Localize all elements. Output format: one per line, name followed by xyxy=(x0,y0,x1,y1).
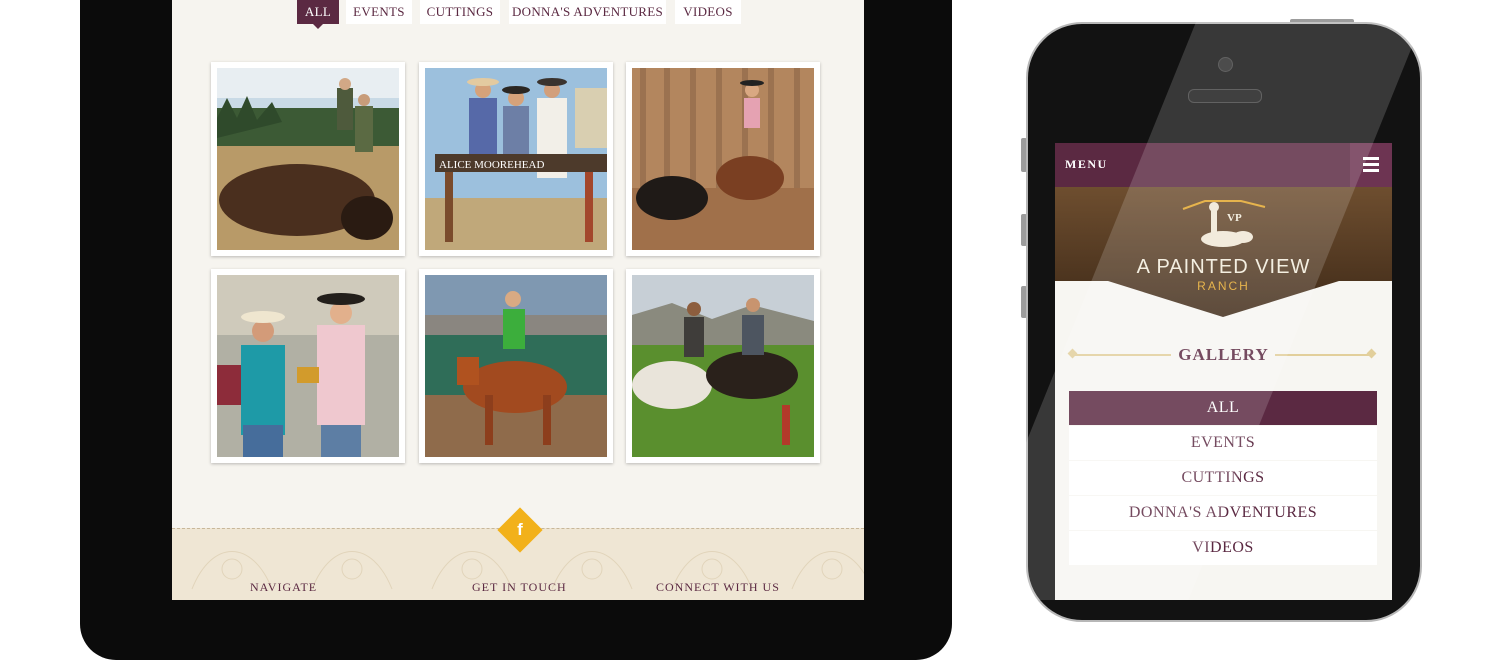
gallery-photo-polo[interactable] xyxy=(626,269,820,463)
rider-chestnut-horse-photo xyxy=(425,275,607,457)
phone-screen: MENU VP A PAINTED VIEW RANCH GALLERY ALL… xyxy=(1055,143,1392,600)
gallery-photo-bison[interactable] xyxy=(211,62,405,256)
award-handshake-photo xyxy=(217,275,399,457)
mobile-filter-list: ALL EVENTS CUTTINGS DONNA'S ADVENTURES V… xyxy=(1069,391,1377,566)
gallery-title: GALLERY xyxy=(1178,345,1269,364)
cutting-horse-photo xyxy=(632,68,814,250)
gallery-filter-tabs: ALL EVENTS CUTTINGS DONNA'S ADVENTURES V… xyxy=(172,0,864,29)
tablet-screen: ALL EVENTS CUTTINGS DONNA'S ADVENTURES V… xyxy=(172,0,864,600)
brand-banner: VP xyxy=(1055,187,1392,317)
tab-videos[interactable]: VIDEOS xyxy=(675,0,741,24)
footer-get-in-touch-heading: GET IN TOUCH xyxy=(472,580,567,594)
horses-polo-field-photo xyxy=(632,275,814,457)
mobile-tab-donnas-adventures[interactable]: DONNA'S ADVENTURES xyxy=(1069,496,1377,530)
alice-moorehead-sign-photo: ALICE MOOREHEAD xyxy=(425,68,607,250)
logo-text: VP xyxy=(1227,212,1242,224)
menu-label[interactable]: MENU xyxy=(1065,157,1108,172)
mobile-tab-videos[interactable]: VIDEOS xyxy=(1069,531,1377,565)
mobile-tab-all[interactable]: ALL xyxy=(1069,391,1377,425)
brand-name[interactable]: A PAINTED VIEW xyxy=(1055,256,1392,279)
tab-events[interactable]: EVENTS xyxy=(346,0,412,24)
gallery-photo-cutting-horse[interactable] xyxy=(626,62,820,256)
bison-hunt-photo xyxy=(217,68,399,250)
gallery-photo-award[interactable] xyxy=(211,269,405,463)
tab-donnas-adventures[interactable]: DONNA'S ADVENTURES xyxy=(509,0,666,24)
tab-all[interactable]: ALL xyxy=(297,0,339,29)
tab-cuttings[interactable]: CUTTINGS xyxy=(420,0,500,24)
footer-navigate-heading: NAVIGATE xyxy=(250,580,318,594)
facebook-icon[interactable]: f xyxy=(512,518,528,542)
speaker-grille xyxy=(1188,89,1262,103)
gallery-photo-alice-moorehead[interactable]: ALICE MOOREHEAD xyxy=(419,62,613,256)
photo-sign-text: ALICE MOOREHEAD xyxy=(439,159,544,171)
hamburger-icon[interactable] xyxy=(1350,143,1392,187)
mobile-tab-events[interactable]: EVENTS xyxy=(1069,426,1377,460)
footer-connect-heading: CONNECT WITH US xyxy=(656,580,780,594)
brand-sub: RANCH xyxy=(1197,279,1250,293)
brand-header: VP xyxy=(1055,187,1392,321)
gallery-photo-rider[interactable] xyxy=(419,269,613,463)
mobile-tab-cuttings[interactable]: CUTTINGS xyxy=(1069,461,1377,495)
mobile-menu-bar[interactable]: MENU xyxy=(1055,143,1392,187)
camera-icon xyxy=(1218,57,1233,72)
